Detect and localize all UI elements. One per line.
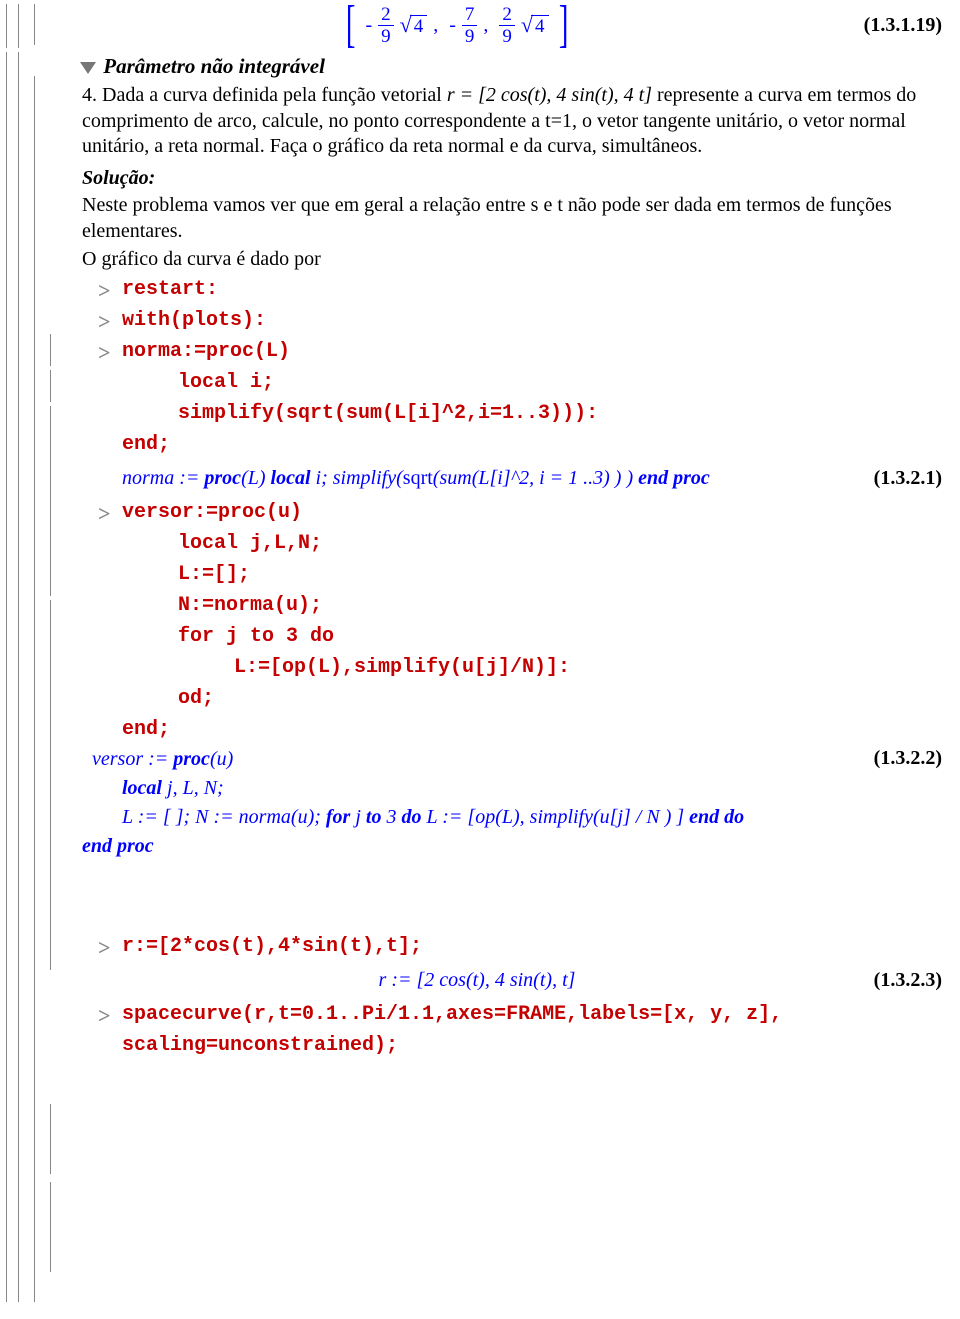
cmd-restart[interactable]: restart: xyxy=(92,274,948,305)
solution-text-2: O gráfico da curva é dado por xyxy=(82,247,948,273)
solution-heading: Solução: xyxy=(82,166,948,192)
term1-minus: - xyxy=(366,14,373,37)
section-title: Parâmetro não integrável xyxy=(103,54,325,78)
term3-frac: 2 9 xyxy=(499,5,515,46)
cmd-versor-proc[interactable]: versor:=proc(u) local j,L,N; L:=[]; N:=n… xyxy=(92,497,948,745)
term3-sqrt: √4 xyxy=(521,12,549,38)
equation-label-1-3-2-3: (1.3.2.3) xyxy=(832,969,948,992)
term1-sqrt: √4 xyxy=(400,12,428,38)
equation-label-1-3-2-2: (1.3.2.2) xyxy=(832,745,948,770)
equation-label-1-3-2-1: (1.3.2.1) xyxy=(832,467,948,490)
output-vector-1-3-1-19: [ - 2 9 √4 , - 7 9 , 2 9 xyxy=(82,4,948,46)
right-bracket-icon: ] xyxy=(558,4,568,46)
output-versor: versor := proc(u) local j, L, N; L := [ … xyxy=(92,745,744,861)
output-r: r := [2 cos(t), 4 sin(t), t] xyxy=(122,966,832,995)
cmd-norma-proc[interactable]: norma:=proc(L) local i; simplify(sqrt(su… xyxy=(92,336,948,460)
cmd-r-define[interactable]: r:=[2*cos(t),4*sin(t),t]; xyxy=(92,931,948,962)
term2-minus: - xyxy=(449,14,456,37)
output-norma: norma := proc(L) local i; simplify(sqrt(… xyxy=(122,464,832,493)
term2-frac: 7 9 xyxy=(462,5,478,46)
collapse-triangle-icon[interactable] xyxy=(80,62,96,74)
equation-label-1-3-1-19: (1.3.1.19) xyxy=(832,14,948,37)
left-bracket-icon: [ xyxy=(346,4,356,46)
solution-text-1: Neste problema vamos ver que em geral a … xyxy=(82,193,948,244)
term1-frac: 2 9 xyxy=(378,5,394,46)
problem-text: 4. Dada a curva definida pela função vet… xyxy=(82,83,948,160)
cmd-spacecurve[interactable]: spacecurve(r,t=0.1..Pi/1.1,axes=FRAME,la… xyxy=(92,999,948,1061)
cmd-with-plots[interactable]: with(plots): xyxy=(92,305,948,336)
